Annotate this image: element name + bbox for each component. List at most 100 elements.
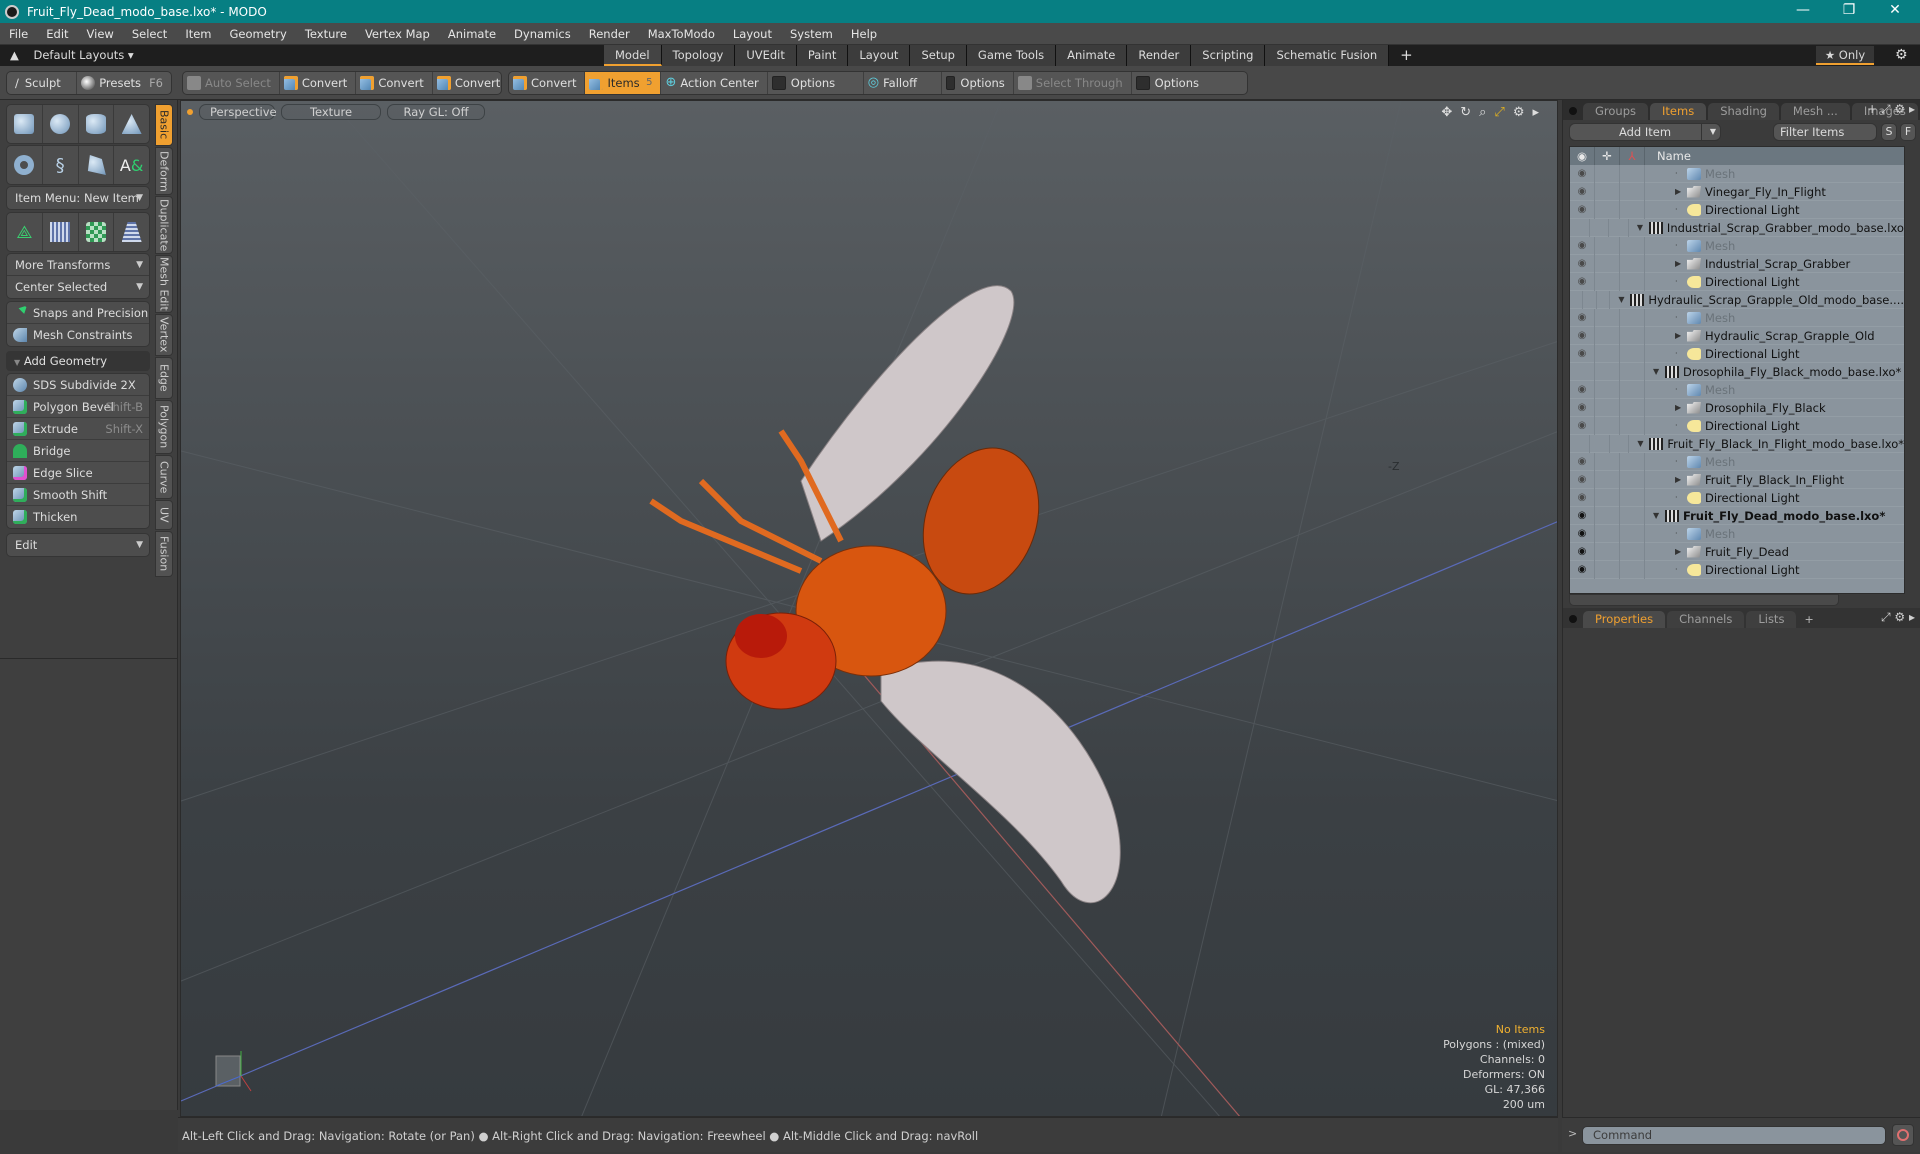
command-input[interactable]: Command <box>1582 1126 1886 1145</box>
shading-mode-dropdown[interactable]: Texture <box>281 104 381 120</box>
mesh-constraints-button[interactable]: Mesh Constraints <box>7 324 149 346</box>
raygl-toggle[interactable]: Ray GL: Off <box>387 104 485 120</box>
menu-animate[interactable]: Animate <box>439 27 505 41</box>
falloff-options-button[interactable]: Options <box>942 72 1014 94</box>
view-type-dropdown[interactable]: Perspective <box>199 104 277 120</box>
tree-row[interactable]: ◉ · Directional Light <box>1570 416 1904 435</box>
tree-row[interactable]: ◉ ▶ Fruit_Fly_Black_In_Flight <box>1570 470 1904 489</box>
tree-row[interactable]: ◉ · Mesh <box>1570 308 1904 327</box>
tree-row[interactable]: ◉ · Directional Light <box>1570 488 1904 507</box>
visibility-eye-icon[interactable]: ◉ <box>1570 272 1595 291</box>
tree-row[interactable]: ◉ ▶ Fruit_Fly_Dead <box>1570 542 1904 561</box>
visibility-eye-icon[interactable]: ◉ <box>1570 542 1595 561</box>
collapsed-arrow-icon[interactable]: ▶ <box>1675 187 1687 196</box>
pan-icon[interactable]: ✥ <box>1441 105 1452 120</box>
default-layouts-dropdown[interactable]: ▲ Default Layouts ▾ <box>10 45 134 66</box>
vtab-duplicate[interactable]: Duplicate <box>155 196 173 254</box>
action-center-button[interactable]: ⊕ Action Center <box>661 72 768 94</box>
tab-uvedit[interactable]: UVEdit <box>735 45 797 66</box>
close-button[interactable]: ✕ <box>1872 0 1918 23</box>
text-button[interactable]: A& <box>114 146 149 184</box>
collapsed-arrow-icon[interactable]: ▶ <box>1675 331 1687 340</box>
visibility-eye-icon[interactable]: ◉ <box>1570 164 1595 183</box>
tool-sds-subdivide[interactable]: SDS Subdivide 2X <box>7 374 149 396</box>
menu-edit[interactable]: Edit <box>37 27 77 41</box>
convert-vertices-button[interactable]: Convert <box>280 72 357 94</box>
minimize-button[interactable]: — <box>1780 0 1826 23</box>
tree-row[interactable]: ◉ ▶ Drosophila_Fly_Black <box>1570 398 1904 417</box>
maximize-button[interactable]: ❐ <box>1826 0 1872 23</box>
convert-edges-button[interactable]: Convert <box>356 72 433 94</box>
tree-row[interactable]: ◉ · Mesh <box>1570 380 1904 399</box>
expanded-arrow-icon[interactable]: ▼ <box>1653 367 1665 376</box>
edit-dropdown[interactable]: Edit ▼ <box>7 534 149 556</box>
menu-maxtomodo[interactable]: MaxToModo <box>639 27 724 41</box>
tree-horizontal-scrollbar[interactable] <box>1569 594 1839 606</box>
tree-row[interactable]: ◉ · Mesh <box>1570 236 1904 255</box>
menu-view[interactable]: View <box>78 27 123 41</box>
visibility-eye-icon[interactable]: ◉ <box>1570 452 1595 471</box>
tree-row[interactable]: ▼ Drosophila_Fly_Black_modo_base.lxo* <box>1570 362 1904 381</box>
vtab-basic[interactable]: Basic <box>155 104 173 146</box>
tab-model[interactable]: Model <box>604 45 662 66</box>
add-item-dropdown[interactable]: Add Item ▼ <box>1569 123 1721 141</box>
menu-select[interactable]: Select <box>123 27 176 41</box>
vtab-deform[interactable]: Deform <box>155 147 173 195</box>
panel-controls[interactable]: + ⤢ ⚙ ▸ <box>1867 102 1915 117</box>
tab-render[interactable]: Render <box>1127 45 1192 66</box>
visibility-eye-icon[interactable]: ◉ <box>1570 326 1595 345</box>
select-through-options-button[interactable]: Options <box>1132 72 1207 94</box>
visibility-eye-icon[interactable] <box>1570 434 1590 453</box>
vtab-fusion[interactable]: Fusion <box>155 531 173 577</box>
lock-column-icon[interactable]: ✛ <box>1595 147 1620 165</box>
collapsed-arrow-icon[interactable]: ▶ <box>1675 259 1687 268</box>
filter-f-button[interactable]: F <box>1900 123 1916 141</box>
menu-layout[interactable]: Layout <box>724 27 781 41</box>
select-through-button[interactable]: Select Through <box>1014 72 1132 94</box>
pen-button[interactable] <box>79 146 115 184</box>
vtab-curve[interactable]: Curve <box>155 455 173 499</box>
items-mode-button[interactable]: Items 5 <box>585 72 662 94</box>
action-center-options-button[interactable]: Options <box>768 72 864 94</box>
tree-row[interactable]: ◉ ▼ Fruit_Fly_Dead_modo_base.lxo* <box>1570 506 1904 525</box>
tree-row[interactable]: ▼ Fruit_Fly_Black_In_Flight_modo_base.lxo… <box>1570 434 1904 453</box>
tab-properties[interactable]: Properties <box>1583 611 1666 628</box>
panel-controls[interactable]: ⤢ ⚙ ▸ <box>1881 610 1915 625</box>
tab-shading[interactable]: Shading <box>1708 103 1779 120</box>
item-menu-dropdown[interactable]: Item Menu: New Item ▼ <box>7 187 149 209</box>
visibility-eye-icon[interactable]: ◉ <box>1570 380 1595 399</box>
record-button[interactable] <box>1892 1124 1914 1146</box>
vtab-vertex[interactable]: Vertex <box>155 314 173 356</box>
visibility-eye-icon[interactable]: ◉ <box>1570 308 1595 327</box>
rotate-icon[interactable]: ↻ <box>1460 105 1471 120</box>
collapsed-arrow-icon[interactable]: ▶ <box>1675 475 1687 484</box>
tab-animate[interactable]: Animate <box>1056 45 1128 66</box>
expanded-arrow-icon[interactable]: ▼ <box>1653 511 1665 520</box>
tool-smooth-shift[interactable]: Smooth Shift <box>7 484 149 506</box>
tab-scripting[interactable]: Scripting <box>1191 45 1266 66</box>
tab-setup[interactable]: Setup <box>910 45 967 66</box>
menu-render[interactable]: Render <box>580 27 639 41</box>
only-toggle[interactable]: ★ Only <box>1816 46 1874 65</box>
collapsed-arrow-icon[interactable]: ▶ <box>1675 403 1687 412</box>
tab-items[interactable]: Items <box>1650 103 1707 120</box>
viewport-more-icon[interactable]: ▸ <box>1532 105 1539 120</box>
menu-item[interactable]: Item <box>176 27 220 41</box>
menu-geometry[interactable]: Geometry <box>221 27 296 41</box>
tab-mesh[interactable]: Mesh ... <box>1780 103 1850 120</box>
visibility-eye-icon[interactable] <box>1570 290 1584 309</box>
tool-edge-slice[interactable]: Edge Slice <box>7 462 149 484</box>
vtab-mesh-edit[interactable]: Mesh Edit <box>155 255 173 313</box>
menu-help[interactable]: Help <box>842 27 886 41</box>
tab-topology[interactable]: Topology <box>661 45 736 66</box>
tree-row[interactable]: ◉ · Directional Light <box>1570 560 1904 579</box>
tool-bridge[interactable]: Bridge <box>7 440 149 462</box>
name-column-header[interactable]: Name <box>1645 149 1691 163</box>
vtab-edge[interactable]: Edge <box>155 357 173 399</box>
visibility-eye-icon[interactable]: ◉ <box>1570 488 1595 507</box>
spiral-button[interactable]: § <box>43 146 79 184</box>
cone-button[interactable] <box>114 105 149 143</box>
tree-row[interactable]: ◉ · Directional Light <box>1570 200 1904 219</box>
visibility-eye-icon[interactable]: ◉ <box>1570 236 1595 255</box>
tab-game-tools[interactable]: Game Tools <box>966 45 1057 66</box>
